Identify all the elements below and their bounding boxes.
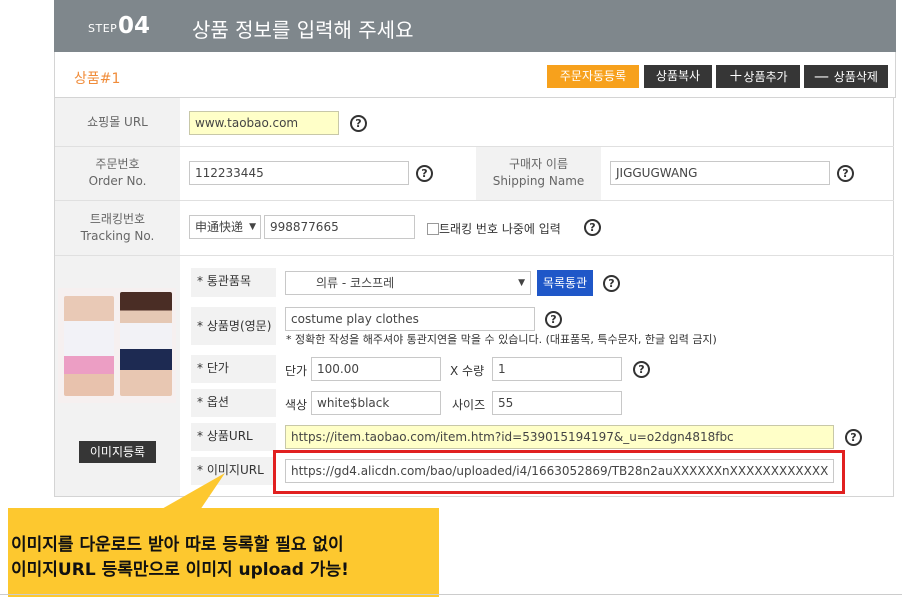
product-photo-right [120,292,172,396]
add-product-button[interactable]: ＋상품추가 [716,65,800,88]
help-icon[interactable]: ? [845,429,862,446]
help-icon[interactable]: ? [584,219,601,236]
row-divider [55,146,894,147]
step-header [54,0,896,52]
quantity-label: X 수량 [450,364,485,378]
product-label: 상품#1 [74,71,121,87]
size-label: 사이즈 [452,398,486,412]
mall-url-label-cell: 쇼핑몰 URL [55,98,180,146]
carrier-select[interactable]: 申通快递 ▼ [189,215,261,239]
help-icon[interactable]: ? [545,311,562,328]
carrier-value: 申通快递 [195,220,244,234]
mall-url-label: 쇼핑몰 URL [87,115,148,129]
price-label: 단가 [206,361,229,375]
delete-product-button[interactable]: — 상품삭제 [804,65,888,88]
image-url-highlight [273,450,845,494]
shipping-name-label-cell: 구매자 이름 Shipping Name [476,147,601,200]
image-register-button[interactable]: 이미지등록 [79,441,156,463]
list-customs-button[interactable]: 목록통관 [537,270,593,296]
step-number: 04 [118,13,151,39]
help-icon[interactable]: ? [837,165,854,182]
callout-line-1: 이미지를 다운로드 받아 따로 등록할 필요 없이 [11,535,344,555]
help-icon[interactable]: ? [603,275,620,292]
product-url-label: 상품URL [206,429,253,443]
customs-selected: 의류 - 코스프레 [316,276,395,290]
help-icon[interactable]: ? [633,361,650,378]
product-photo-left [64,296,114,396]
plus-icon: ＋ [728,67,744,85]
tracking-label-cell: 트래킹번호 Tracking No. [55,201,180,255]
tracking-label-ko: 트래킹번호 [89,212,146,226]
row-divider [55,255,894,256]
help-icon[interactable]: ? [416,165,433,182]
shipping-name-input[interactable]: JIGGUGWANG [610,161,830,185]
price-label-cell: * 단가 [191,355,276,383]
product-name-label-cell: * 상품명(영문) [191,307,276,345]
color-label: 색상 [285,398,308,412]
order-no-input[interactable]: 112233445 [189,161,409,185]
customs-label: 통관품목 [206,274,251,288]
mall-url-input[interactable]: www.taobao.com [189,111,339,135]
tracking-label-en: Tracking No. [80,229,155,243]
step-label: STEP [88,22,118,35]
order-no-label-cell: 주문번호 Order No. [55,147,180,200]
product-url-label-cell: * 상품URL [191,423,276,451]
option-label-cell: * 옵션 [191,389,276,417]
chevron-down-icon: ▼ [249,222,256,232]
order-no-label-en: Order No. [88,174,147,188]
auto-order-register-button[interactable]: 주문자동등록 [547,65,639,88]
size-input[interactable]: 55 [492,391,622,415]
tracking-no-input[interactable]: 998877665 [264,215,415,239]
product-image [58,288,176,403]
price-inline-label: 단가 [285,364,308,378]
product-name-note: * 정확한 작성을 해주셔야 통관지연을 막을 수 있습니다. (대표품목, 특… [286,333,717,346]
shipping-name-label-ko: 구매자 이름 [508,157,568,171]
delete-product-label: 상품삭제 [833,70,878,84]
tracking-later-checkbox[interactable] [427,223,439,235]
order-no-label-ko: 주문번호 [95,157,140,171]
customs-select[interactable]: 의류 - 코스프레 ▼ [285,271,531,295]
color-input[interactable]: white$black [311,391,441,415]
product-url-input[interactable]: https://item.taobao.com/item.htm?id=5390… [285,425,834,449]
option-label: 옵션 [206,395,229,409]
minus-icon: — [814,67,834,85]
row-divider [55,200,894,201]
step-title: 상품 정보를 입력해 주세요 [192,18,414,42]
chevron-down-icon: ▼ [518,278,525,288]
bottom-divider [0,594,902,595]
product-name-label: 상품명(영문) [206,319,272,333]
shipping-name-label-en: Shipping Name [492,174,585,188]
copy-product-button[interactable]: 상품복사 [644,65,712,88]
callout-line-2: 이미지URL 등록만으로 이미지 upload 가능! [11,560,349,580]
quantity-input[interactable]: 1 [492,357,622,381]
price-input[interactable]: 100.00 [311,357,441,381]
add-product-label: 상품추가 [743,70,788,84]
product-name-input[interactable]: costume play clothes [285,307,535,331]
customs-label-cell: * 통관품목 [191,268,276,297]
help-icon[interactable]: ? [350,115,367,132]
tracking-later-label: 트래킹 번호 나중에 입력 [439,222,561,236]
